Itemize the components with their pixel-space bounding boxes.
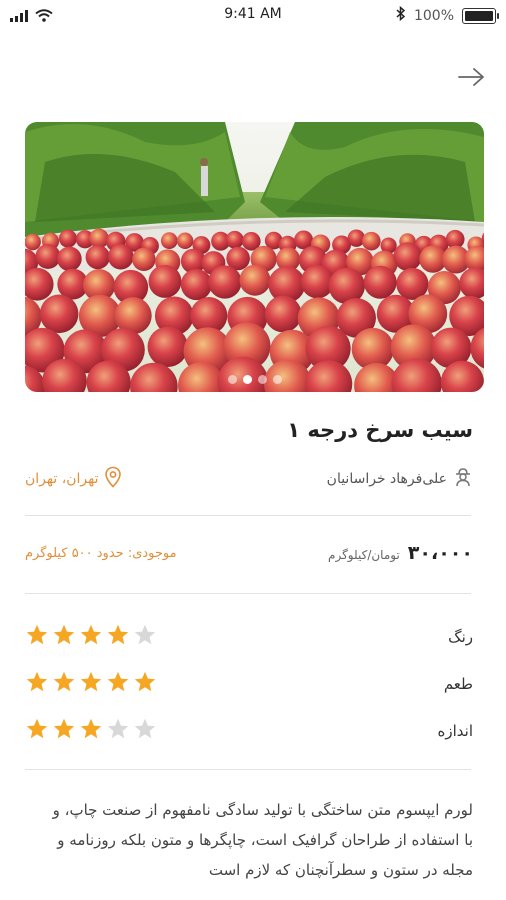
- seller-name: علی‌فرهاد خراسانیان: [326, 471, 447, 487]
- star-filled-icon: [79, 670, 103, 698]
- arrow-right-icon: [457, 67, 485, 91]
- carousel-dot[interactable]: [272, 375, 282, 384]
- star-empty-icon: [106, 717, 130, 745]
- product-photo: [25, 122, 484, 392]
- star-rating: [25, 670, 157, 698]
- star-filled-icon: [25, 670, 49, 698]
- location-pin-icon: [104, 466, 122, 492]
- battery-fill: [465, 10, 493, 21]
- price: ۳۰،۰۰۰ تومان/کیلوگرم: [328, 542, 473, 564]
- star-rating: [25, 717, 157, 745]
- rating-label: رنگ: [448, 628, 473, 646]
- star-empty-icon: [133, 717, 157, 745]
- carousel-dot[interactable]: [257, 375, 267, 384]
- product-title: سیب سرخ درجه ۱: [287, 418, 473, 442]
- star-filled-icon: [52, 670, 76, 698]
- bluetooth-icon: [396, 5, 406, 25]
- product-description: لورم ایپسوم متن ساختگی با تولید سادگی نا…: [52, 801, 473, 879]
- star-filled-icon: [25, 717, 49, 745]
- status-right-group: 100%: [396, 5, 499, 25]
- price-stock-row: موجودی: حدود ۵۰۰ کیلوگرم ۳۰،۰۰۰ تومان/کی…: [25, 538, 473, 568]
- status-bar: 9:41 AM 100%: [0, 0, 506, 30]
- carousel-dots: [25, 375, 484, 384]
- star-filled-icon: [79, 717, 103, 745]
- product-image-carousel[interactable]: [25, 122, 484, 392]
- star-filled-icon: [133, 670, 157, 698]
- seller[interactable]: علی‌فرهاد خراسانیان: [327, 467, 473, 491]
- star-filled-icon: [52, 623, 76, 651]
- star-rating: [25, 623, 157, 651]
- star-filled-icon: [106, 670, 130, 698]
- price-value: ۳۰،۰۰۰: [407, 542, 473, 564]
- location-text: تهران، تهران: [25, 471, 99, 487]
- rating-row-taste: طعم: [25, 669, 473, 699]
- carousel-dot[interactable]: [242, 375, 252, 384]
- price-unit: تومان/کیلوگرم: [328, 548, 400, 562]
- star-filled-icon: [25, 623, 49, 651]
- divider: [25, 515, 471, 516]
- rating-row-size: اندازه: [25, 716, 473, 746]
- divider: [25, 593, 471, 594]
- stock-text: موجودی: حدود ۵۰۰ کیلوگرم: [25, 545, 177, 561]
- star-filled-icon: [106, 623, 130, 651]
- star-filled-icon: [79, 623, 103, 651]
- star-filled-icon: [52, 717, 76, 745]
- back-button[interactable]: [454, 62, 488, 96]
- rating-label: اندازه: [437, 722, 474, 740]
- location[interactable]: تهران، تهران: [25, 466, 122, 492]
- farmer-icon: [453, 467, 473, 491]
- carousel-dot[interactable]: [227, 375, 237, 384]
- star-empty-icon: [133, 623, 157, 651]
- battery-icon: [462, 7, 499, 24]
- rating-label: طعم: [443, 675, 473, 693]
- battery-percent: 100%: [413, 7, 454, 24]
- seller-location-row: تهران، تهران علی‌فرهاد خراسانیان: [25, 464, 473, 494]
- rating-row-color: رنگ: [25, 622, 473, 652]
- divider: [25, 769, 471, 770]
